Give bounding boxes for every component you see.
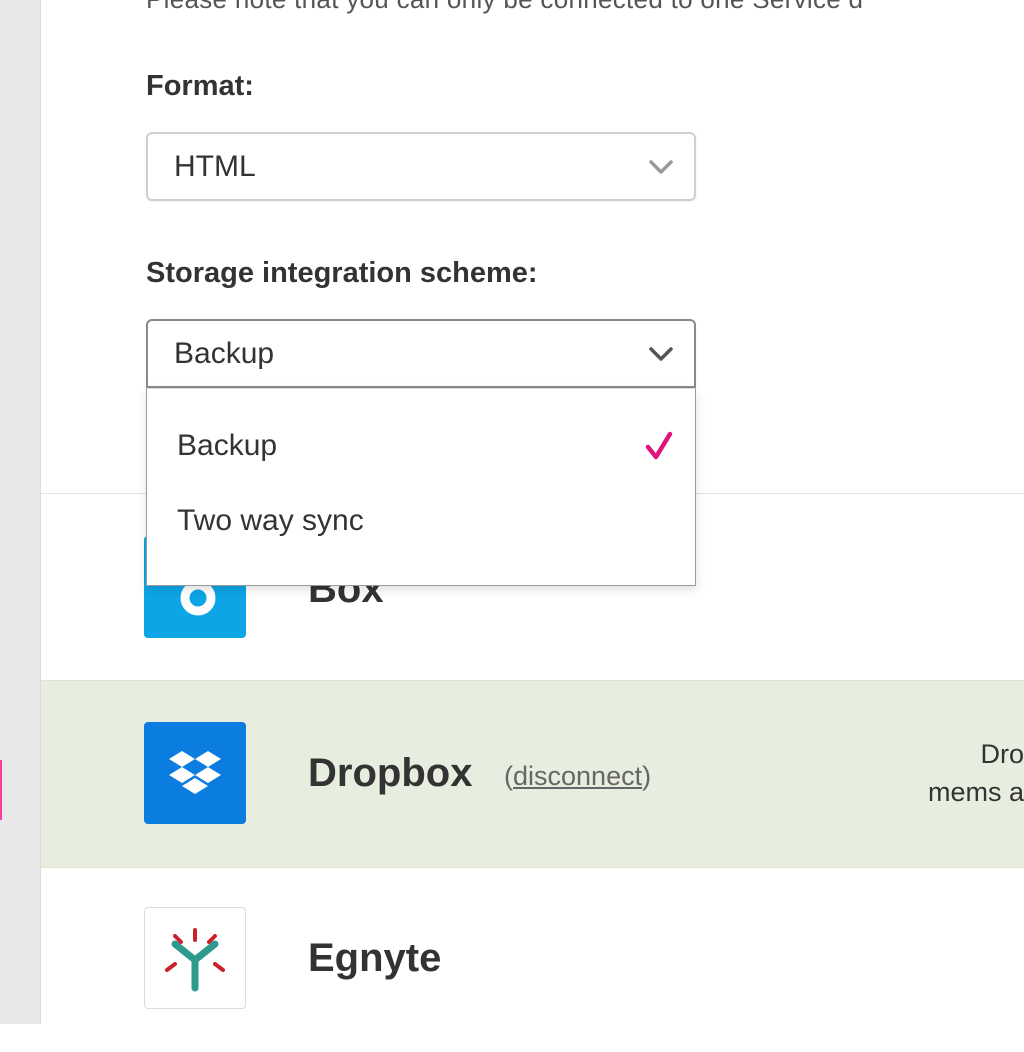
scheme-label: Storage integration scheme: bbox=[146, 257, 538, 289]
chevron-down-icon bbox=[649, 159, 673, 174]
scheme-select[interactable]: Backup bbox=[146, 319, 696, 388]
service-name: Dropbox bbox=[308, 751, 473, 795]
scheme-dropdown-menu: Backup Two way sync bbox=[146, 388, 696, 586]
left-gutter bbox=[0, 0, 41, 1024]
format-select[interactable]: HTML bbox=[146, 132, 696, 201]
service-description: Dro mems a bbox=[928, 735, 1024, 811]
option-label: Two way sync bbox=[177, 504, 364, 537]
service-row-dropbox: Dropbox (disconnect) Dro mems a bbox=[41, 680, 1024, 868]
service-row-egnyte: Egnyte bbox=[41, 866, 1024, 1052]
format-label: Format: bbox=[146, 70, 254, 102]
scheme-select-value: Backup bbox=[174, 336, 275, 370]
scheme-option-backup[interactable]: Backup bbox=[147, 411, 695, 481]
disconnect-close-paren: ) bbox=[642, 761, 652, 791]
scheme-option-two-way-sync[interactable]: Two way sync bbox=[147, 486, 695, 556]
gutter-accent-mark bbox=[0, 760, 2, 820]
description-line: mems a bbox=[927, 777, 1024, 807]
disconnect-open-paren: ( bbox=[504, 761, 513, 791]
chevron-down-icon bbox=[649, 346, 673, 361]
disconnect-link-label: disconnect bbox=[513, 761, 643, 791]
description-line: Dro bbox=[980, 739, 1024, 769]
egnyte-logo-icon bbox=[144, 907, 246, 1009]
service-name: Egnyte bbox=[308, 936, 442, 980]
option-label: Backup bbox=[177, 429, 278, 462]
service-note-text: Please note that you can only be connect… bbox=[146, 0, 863, 15]
dropbox-logo-icon bbox=[144, 722, 246, 824]
checkmark-icon bbox=[645, 431, 673, 460]
disconnect-link[interactable]: (disconnect) bbox=[504, 761, 651, 792]
format-select-value: HTML bbox=[174, 149, 256, 183]
